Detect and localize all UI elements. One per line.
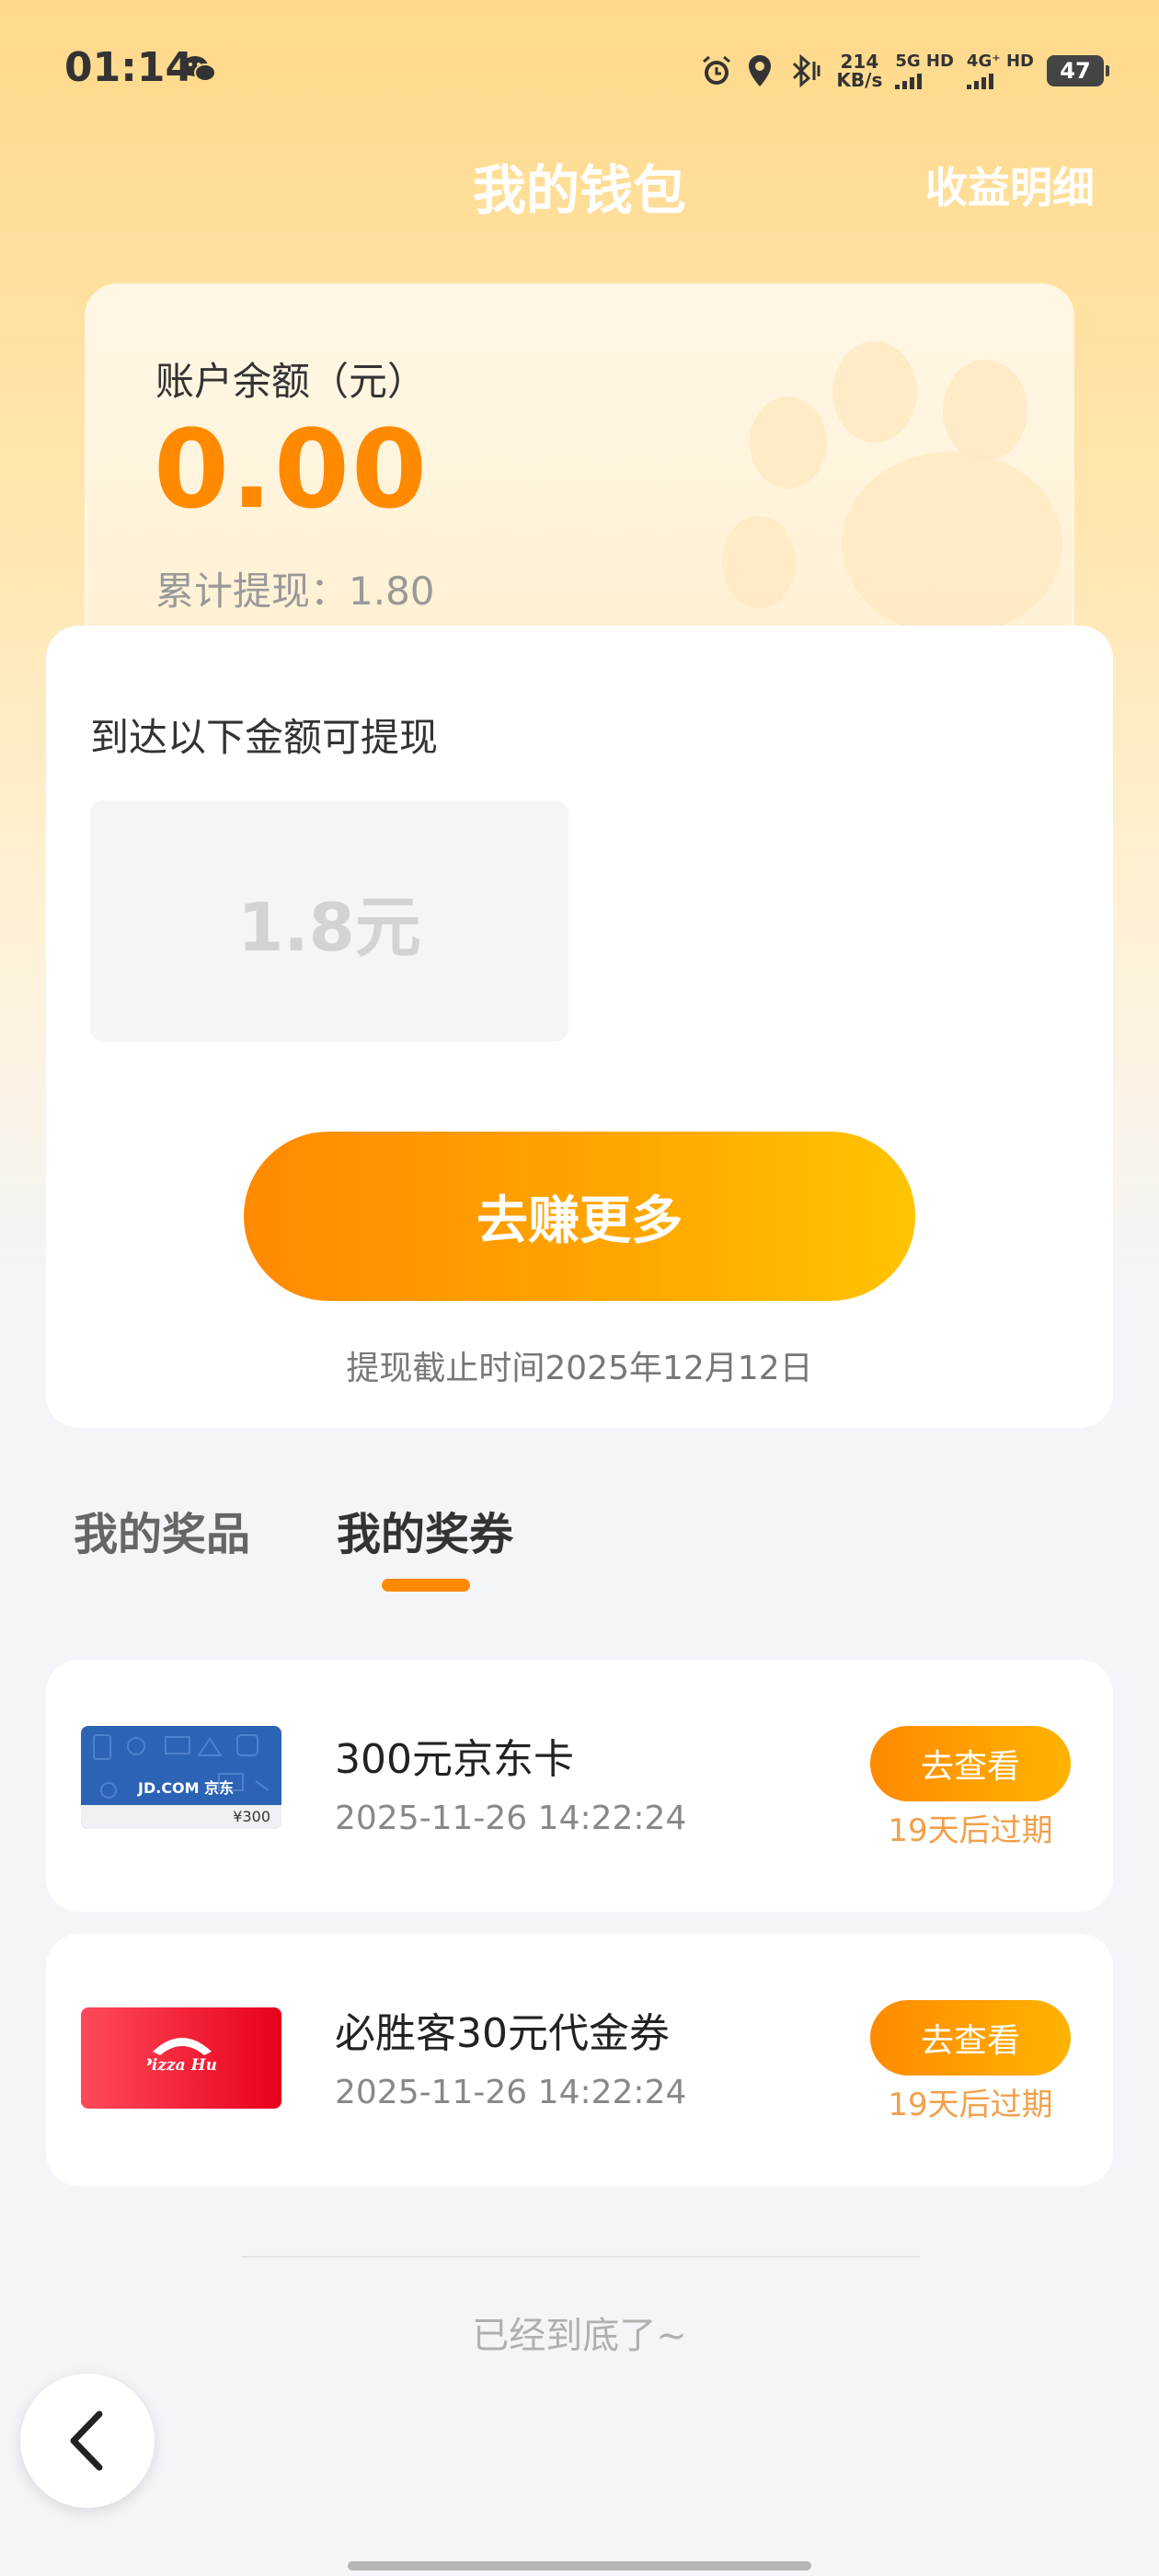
- coupon-date: 2025-11-26 14:22:24: [335, 2074, 687, 2111]
- active-tab-indicator: [382, 1579, 470, 1592]
- battery-level: 47: [1060, 58, 1091, 84]
- coupon-expire: 19天后过期: [888, 2087, 1053, 2123]
- total-withdrawn: 累计提现：1.80: [155, 560, 435, 616]
- earnings-detail-link[interactable]: 收益明细: [925, 155, 1095, 215]
- withdraw-card: 到达以下金额可提现 1.8元 去赚更多 提现截止时间2025年12月12日: [46, 626, 1113, 1428]
- jd-card-thumbnail: JD.COM 京东 ¥300: [81, 1726, 281, 1829]
- network-speed: 214 KB/s: [836, 52, 882, 89]
- jd-card-value: ¥300: [233, 1808, 270, 1825]
- wechat-icon: [182, 56, 216, 82]
- end-of-list-text: 已经到底了~: [472, 2315, 687, 2357]
- withdraw-amount-option[interactable]: 1.8元: [90, 800, 568, 1041]
- sim1-signal: 5G HD: [895, 51, 954, 89]
- balance-value: 0.00: [154, 406, 430, 533]
- balance-label: 账户余额（元）: [155, 359, 427, 404]
- total-withdrawn-label: 累计提现：: [155, 569, 350, 614]
- pizza-hut-thumbnail: Pizza Hut: [81, 2007, 281, 2109]
- status-icons: 214 KB/s 5G HD 4G⁺ HD 47: [700, 48, 1109, 94]
- tab-my-prizes[interactable]: 我的奖品: [74, 1498, 250, 1562]
- paw-decoration-icon: [842, 452, 1062, 636]
- end-divider: [241, 2256, 920, 2258]
- coupon-item: JD.COM 京东 ¥300 300元京东卡 2025-11-26 14:22:…: [46, 1660, 1113, 1912]
- paw-toe-decoration: [832, 341, 917, 443]
- coupon-item: Pizza Hut 必胜客30元代金券 2025-11-26 14:22:24 …: [46, 1934, 1113, 2186]
- jd-card-text: JD.COM 京东: [138, 1779, 235, 1797]
- pizza-hut-logo: Pizza Hut: [147, 2038, 217, 2075]
- back-button[interactable]: [20, 2374, 155, 2508]
- paw-toe-decoration: [722, 516, 796, 608]
- home-indicator[interactable]: [348, 2561, 811, 2570]
- coupon-date: 2025-11-26 14:22:24: [335, 1800, 687, 1837]
- withdraw-deadline: 提现截止时间2025年12月12日: [346, 1350, 813, 1387]
- view-coupon-button[interactable]: 去查看: [870, 2000, 1071, 2076]
- signal-bars-icon: [895, 73, 923, 89]
- signal-bars-icon: [966, 73, 993, 89]
- paw-toe-decoration: [750, 397, 827, 489]
- balance-card: 账户余额（元） 0.00 累计提现：1.80: [85, 283, 1074, 670]
- coupon-expire: 19天后过期: [888, 1812, 1053, 1849]
- chevron-left-icon: [70, 2410, 103, 2471]
- total-withdrawn-value: 1.80: [349, 569, 435, 614]
- status-time: 01:14: [64, 44, 194, 91]
- status-bar: 01:14 214 KB/s 5G HD 4G⁺ HD 47: [0, 0, 1159, 138]
- location-icon: [749, 55, 772, 86]
- coupon-name: 必胜客30元代金券: [335, 2010, 670, 2057]
- pizza-hut-logo-text: Pizza Hut: [147, 2056, 217, 2075]
- sim2-label: 4G⁺ HD: [966, 51, 1034, 71]
- coupon-name: 300元京东卡: [335, 1736, 574, 1783]
- sim2-signal: 4G⁺ HD: [966, 51, 1034, 89]
- battery-icon: 47: [1047, 55, 1109, 86]
- earn-more-button[interactable]: 去赚更多: [244, 1132, 915, 1301]
- tab-my-coupons[interactable]: 我的奖券: [337, 1498, 513, 1562]
- view-coupon-button[interactable]: 去查看: [870, 1726, 1071, 1801]
- withdraw-title: 到达以下金额可提现: [90, 715, 439, 760]
- alarm-icon: [703, 55, 731, 85]
- network-speed-value: 214: [840, 51, 879, 73]
- sim1-label: 5G HD: [895, 51, 954, 71]
- paw-toe-decoration: [943, 360, 1027, 461]
- network-speed-unit: KB/s: [836, 69, 883, 91]
- tab-bar: 我的奖品 我的奖券: [0, 1490, 1159, 1601]
- bluetooth-icon: [793, 53, 820, 88]
